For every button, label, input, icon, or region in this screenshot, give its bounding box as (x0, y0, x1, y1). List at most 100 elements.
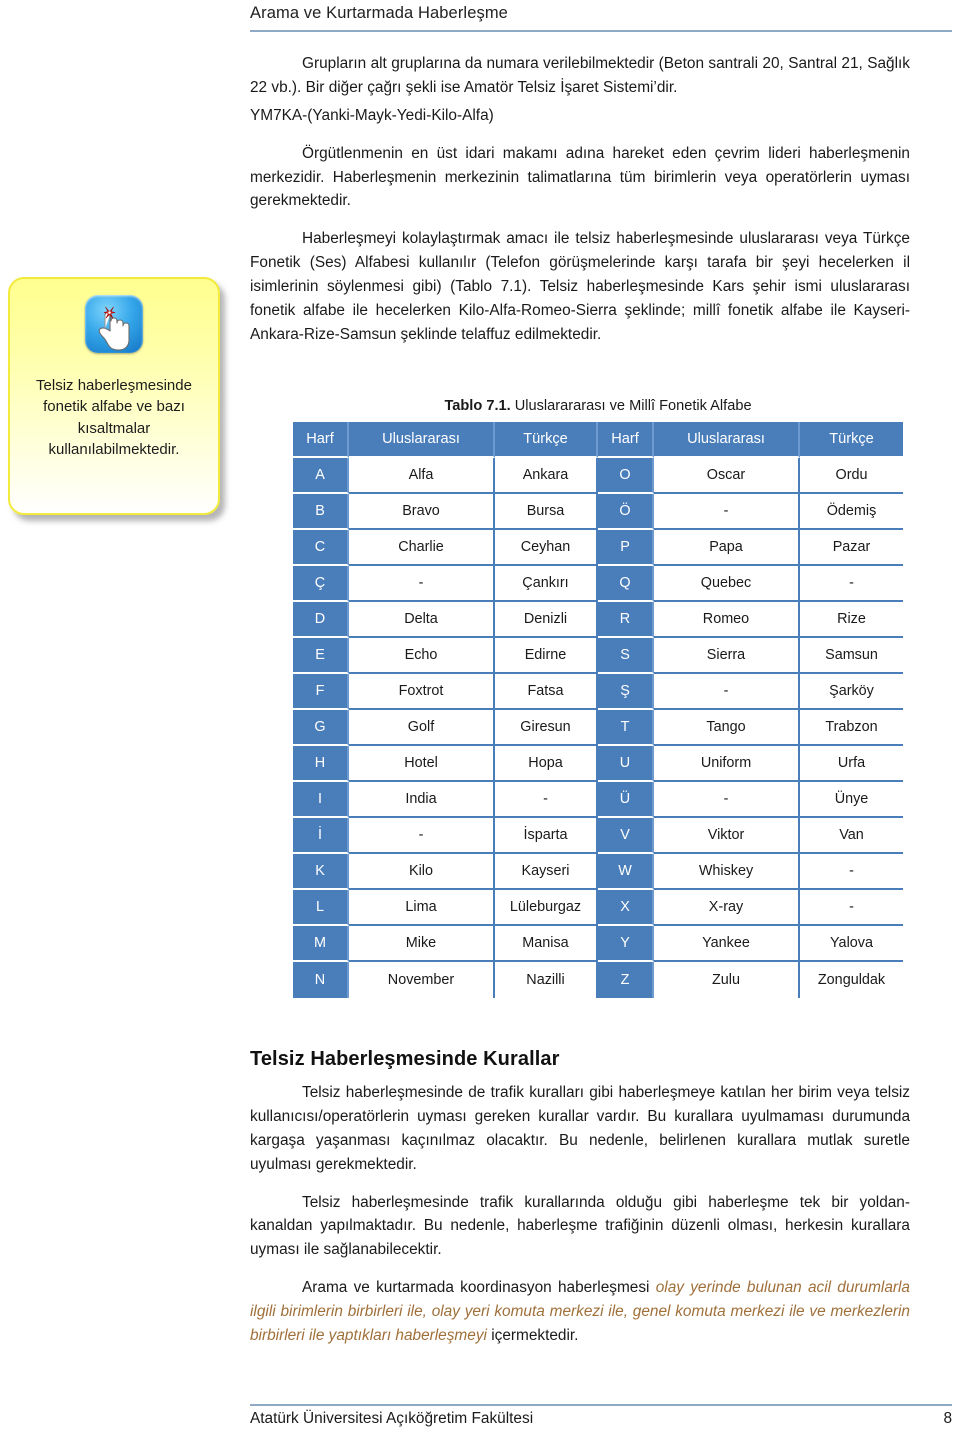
table-cell-letter: H (293, 746, 349, 782)
table-cell-value: Fatsa (495, 674, 598, 710)
table-cell-value: - (800, 890, 903, 926)
table-body: A Alfa Ankara O Oscar Ordu B Bravo Bursa Ö - Ödemiş… (293, 458, 903, 998)
table-cell-value: Lima (349, 890, 495, 926)
callsign-line: YM7KA-(Yanki-Mayk-Yedi-Kilo-Alfa) (250, 106, 494, 124)
table-row: İ - İsparta V Viktor Van (293, 818, 903, 854)
table-row: A Alfa Ankara O Oscar Ordu (293, 458, 903, 494)
table-cell-value: Yalova (800, 926, 903, 962)
footer-institution: Atatürk Üniversitesi Açıköğretim Fakülte… (250, 1410, 534, 1427)
table-cell-value: - (349, 566, 495, 602)
table-cell-letter: E (293, 638, 349, 674)
table-row: C Charlie Ceyhan P Papa Pazar (293, 530, 903, 566)
table-row: E Echo Edirne S Sierra Samsun (293, 638, 903, 674)
table-cell-value: Giresun (495, 710, 598, 746)
table-cell-letter: L (293, 890, 349, 926)
table-row: D Delta Denizli R Romeo Rize (293, 602, 903, 638)
table-caption: Tablo 7.1. Uluslarararası ve Millî Fonet… (293, 398, 903, 414)
table-cell-value: Viktor (654, 818, 800, 854)
table-cell-letter: C (293, 530, 349, 566)
table-cell-value: Charlie (349, 530, 495, 566)
table-cell-value: Whiskey (654, 854, 800, 890)
table-cell-value: Yankee (654, 926, 800, 962)
table-cell-value: Uniform (654, 746, 800, 782)
table-cell-value: Quebec (654, 566, 800, 602)
paragraph-3: Haberleşmeyi kolaylaştırmak amacı ile te… (250, 230, 910, 343)
table-cell-letter: F (293, 674, 349, 710)
table-cell-value: Zonguldak (800, 962, 903, 998)
footer-page-number: 8 (943, 1410, 952, 1427)
table-cell-letter: O (598, 458, 654, 494)
table-cell-letter: G (293, 710, 349, 746)
column-header-harf-left: Harf (293, 422, 349, 458)
phonetic-alphabet-table: Harf Uluslararası Türkçe Harf Uluslarara… (293, 422, 903, 998)
table-cell-value: Ankara (495, 458, 598, 494)
table-row: I India - Ü - Ünye (293, 782, 903, 818)
table-cell-value: Rize (800, 602, 903, 638)
table-cell-value: Manisa (495, 926, 598, 962)
table-cell-value: Foxtrot (349, 674, 495, 710)
page-title: Arama ve Kurtarmada Haberleşme (250, 4, 508, 22)
table-cell-letter: Q (598, 566, 654, 602)
table-row: H Hotel Hopa U Uniform Urfa (293, 746, 903, 782)
table-cell-letter: Ö (598, 494, 654, 530)
table-cell-value: Delta (349, 602, 495, 638)
table-caption-label: Tablo 7.1. (444, 398, 511, 414)
table-cell-value: Lüleburgaz (495, 890, 598, 926)
table-cell-value: Golf (349, 710, 495, 746)
table-cell-value: Nazilli (495, 962, 598, 998)
table-row: K Kilo Kayseri W Whiskey - (293, 854, 903, 890)
table-cell-value: Sierra (654, 638, 800, 674)
table-cell-value: Şarköy (800, 674, 903, 710)
main-content-top: Grupların alt gruplarına da numara veril… (250, 52, 910, 347)
footer-divider (250, 1404, 952, 1406)
table-cell-value: Hopa (495, 746, 598, 782)
table-cell-letter: K (293, 854, 349, 890)
table-cell-value: - (654, 494, 800, 530)
table-cell-value: Çankırı (495, 566, 598, 602)
column-header-uluslararasi-left: Uluslararası (349, 422, 495, 458)
table-cell-value: Oscar (654, 458, 800, 494)
table-cell-value: Kayseri (495, 854, 598, 890)
table-cell-letter: W (598, 854, 654, 890)
table-cell-letter: S (598, 638, 654, 674)
table-cell-letter: V (598, 818, 654, 854)
paragraph-1: Grupların alt gruplarına da numara veril… (250, 55, 910, 96)
page-footer: Atatürk Üniversitesi Açıköğretim Fakülte… (250, 1410, 952, 1428)
table-cell-letter: Y (598, 926, 654, 962)
table-cell-letter: Ü (598, 782, 654, 818)
table-cell-letter: U (598, 746, 654, 782)
sidebar-callout-box: Telsiz haberleşmesinde fonetik alfabe ve… (8, 277, 220, 515)
table-cell-letter: D (293, 602, 349, 638)
table-cell-value: Hotel (349, 746, 495, 782)
table-cell-value: - (349, 818, 495, 854)
table-cell-value: - (495, 782, 598, 818)
table-cell-value: Romeo (654, 602, 800, 638)
phonetic-alphabet-table-block: Tablo 7.1. Uluslarararası ve Millî Fonet… (293, 398, 903, 998)
lower-paragraph-3: Arama ve kurtarmada koordinasyon haberle… (250, 1276, 910, 1348)
table-cell-value: Tango (654, 710, 800, 746)
table-cell-letter: P (598, 530, 654, 566)
table-row: Ç - Çankırı Q Quebec - (293, 566, 903, 602)
header-divider (250, 30, 952, 32)
table-cell-letter: M (293, 926, 349, 962)
column-header-turkce-left: Türkçe (495, 422, 598, 458)
table-cell-value: Denizli (495, 602, 598, 638)
table-cell-letter: B (293, 494, 349, 530)
table-cell-letter: A (293, 458, 349, 494)
table-cell-value: Ceyhan (495, 530, 598, 566)
table-cell-letter: İ (293, 818, 349, 854)
lower-paragraph-1: Telsiz haberleşmesinde de trafik kuralla… (250, 1084, 910, 1173)
table-row: M Mike Manisa Y Yankee Yalova (293, 926, 903, 962)
table-row: B Bravo Bursa Ö - Ödemiş (293, 494, 903, 530)
table-cell-value: November (349, 962, 495, 998)
table-cell-value: Urfa (800, 746, 903, 782)
table-cell-value: - (800, 854, 903, 890)
lower-paragraph-2: Telsiz haberleşmesinde trafik kuralların… (250, 1193, 910, 1259)
table-row: N November Nazilli Z Zulu Zonguldak (293, 962, 903, 998)
callout-text: Telsiz haberleşmesinde fonetik alfabe ve… (36, 377, 192, 458)
table-cell-letter: R (598, 602, 654, 638)
table-row: G Golf Giresun T Tango Trabzon (293, 710, 903, 746)
table-row: F Foxtrot Fatsa Ş - Şarköy (293, 674, 903, 710)
table-cell-value: Samsun (800, 638, 903, 674)
main-content-bottom: Telsiz Haberleşmesinde Kurallar Telsiz h… (250, 1048, 910, 1348)
